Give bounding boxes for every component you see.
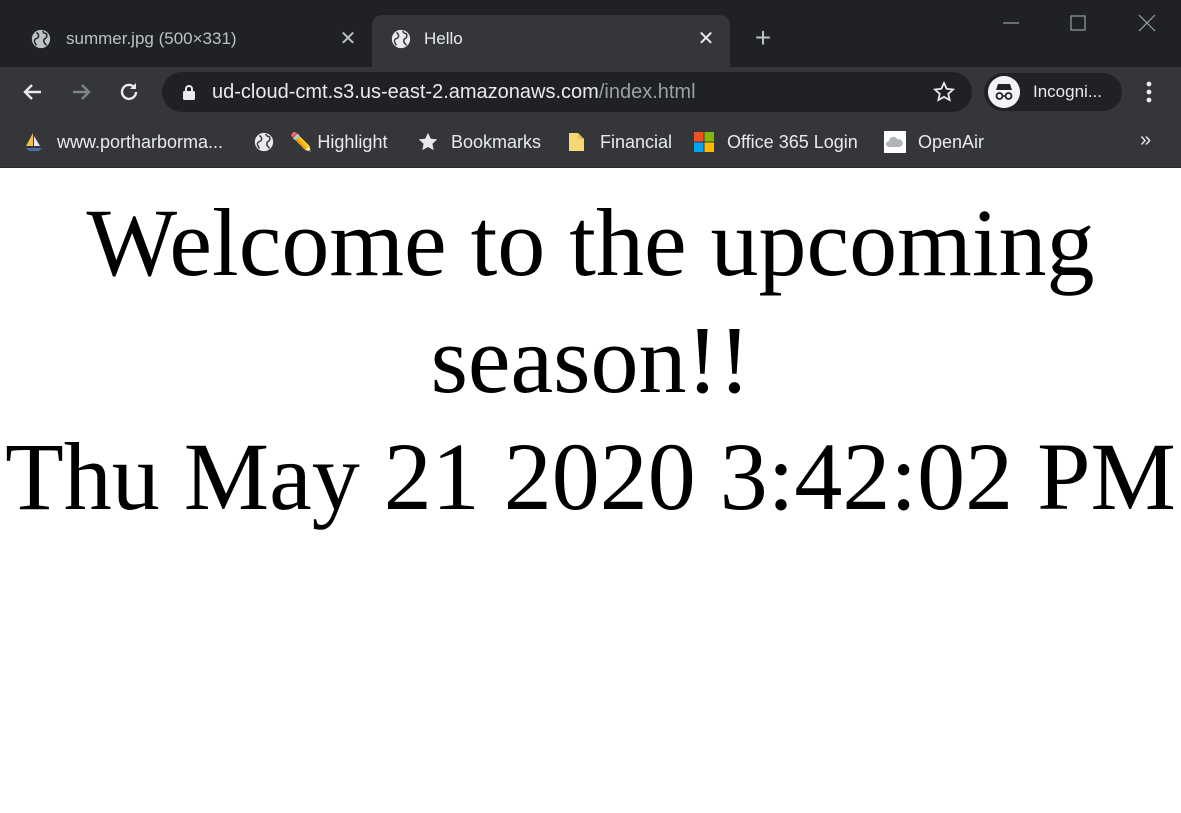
page-content: Welcome to the upcoming season!! Thu May… bbox=[0, 168, 1181, 813]
new-tab-button[interactable]: + bbox=[750, 24, 776, 52]
close-tab-icon[interactable]: ✕ bbox=[697, 29, 715, 49]
bookmark-portharbor[interactable]: www.portharborma... bbox=[23, 129, 223, 155]
bookmark-label: OpenAir bbox=[918, 131, 985, 152]
folder-icon bbox=[569, 133, 584, 151]
bookmarks-bar: www.portharborma... ✏️ Highlight Bookmar… bbox=[0, 117, 1181, 168]
bookmark-globe[interactable] bbox=[253, 129, 287, 155]
bookmark-label: Bookmarks bbox=[451, 131, 542, 152]
maximize-icon[interactable] bbox=[1065, 10, 1091, 36]
tab-title: Hello bbox=[424, 29, 463, 48]
page-datetime: Thu May 21 2020 3:42:02 PM bbox=[5, 423, 1176, 530]
tab-title: summer.jpg (500×331) bbox=[66, 29, 237, 48]
address-bar[interactable]: ud-cloud-cmt.s3.us-east-2.amazonaws.com/… bbox=[162, 72, 972, 112]
incognito-icon bbox=[988, 76, 1020, 108]
bookmark-star-icon[interactable] bbox=[932, 80, 956, 104]
minimize-icon[interactable] bbox=[998, 10, 1024, 36]
toolbar: ud-cloud-cmt.s3.us-east-2.amazonaws.com/… bbox=[0, 67, 1181, 117]
bookmark-label: Financial bbox=[600, 131, 673, 152]
url-text[interactable]: ud-cloud-cmt.s3.us-east-2.amazonaws.com/… bbox=[212, 81, 696, 104]
globe-icon bbox=[391, 29, 411, 49]
reload-icon[interactable] bbox=[116, 79, 142, 105]
forward-arrow-icon[interactable] bbox=[68, 79, 94, 105]
bookmark-label: ✏️ Highlight bbox=[290, 131, 388, 152]
sailboat-icon bbox=[26, 133, 42, 151]
more-menu-icon[interactable] bbox=[1138, 79, 1160, 105]
microsoft-icon bbox=[694, 132, 714, 152]
lock-icon[interactable] bbox=[182, 84, 196, 100]
back-arrow-icon[interactable] bbox=[20, 79, 46, 105]
page-heading: Welcome to the upcoming season!! bbox=[86, 189, 1095, 413]
bookmark-financial[interactable]: Financial bbox=[566, 129, 672, 155]
tab-hello[interactable]: Hello ✕ bbox=[372, 15, 730, 67]
incognito-profile-button[interactable]: Incogni... bbox=[984, 73, 1122, 111]
bookmark-label: www.portharborma... bbox=[57, 131, 224, 152]
bookmark-label: Office 365 Login bbox=[727, 131, 858, 152]
close-window-icon[interactable] bbox=[1134, 10, 1160, 36]
bookmark-office365[interactable]: Office 365 Login bbox=[693, 129, 858, 155]
bookmark-bookmarks[interactable]: Bookmarks bbox=[417, 129, 541, 155]
bookmark-openair[interactable]: OpenAir bbox=[884, 129, 984, 155]
tab-strip: summer.jpg (500×331) ✕ Hello ✕ + bbox=[0, 0, 1181, 67]
close-tab-icon[interactable]: ✕ bbox=[339, 29, 357, 49]
profile-label: Incogni... bbox=[1033, 82, 1102, 101]
globe-icon bbox=[31, 29, 51, 49]
cloud-icon bbox=[884, 131, 906, 153]
url-path: /index.html bbox=[598, 81, 696, 103]
star-icon bbox=[418, 132, 438, 151]
tab-summer-jpg[interactable]: summer.jpg (500×331) ✕ bbox=[0, 15, 370, 67]
globe-icon bbox=[254, 132, 274, 152]
bookmark-highlight[interactable]: ✏️ Highlight bbox=[290, 129, 387, 155]
bookmarks-overflow-icon[interactable]: » bbox=[1140, 129, 1151, 152]
url-host: ud-cloud-cmt.s3.us-east-2.amazonaws.com bbox=[212, 81, 599, 103]
